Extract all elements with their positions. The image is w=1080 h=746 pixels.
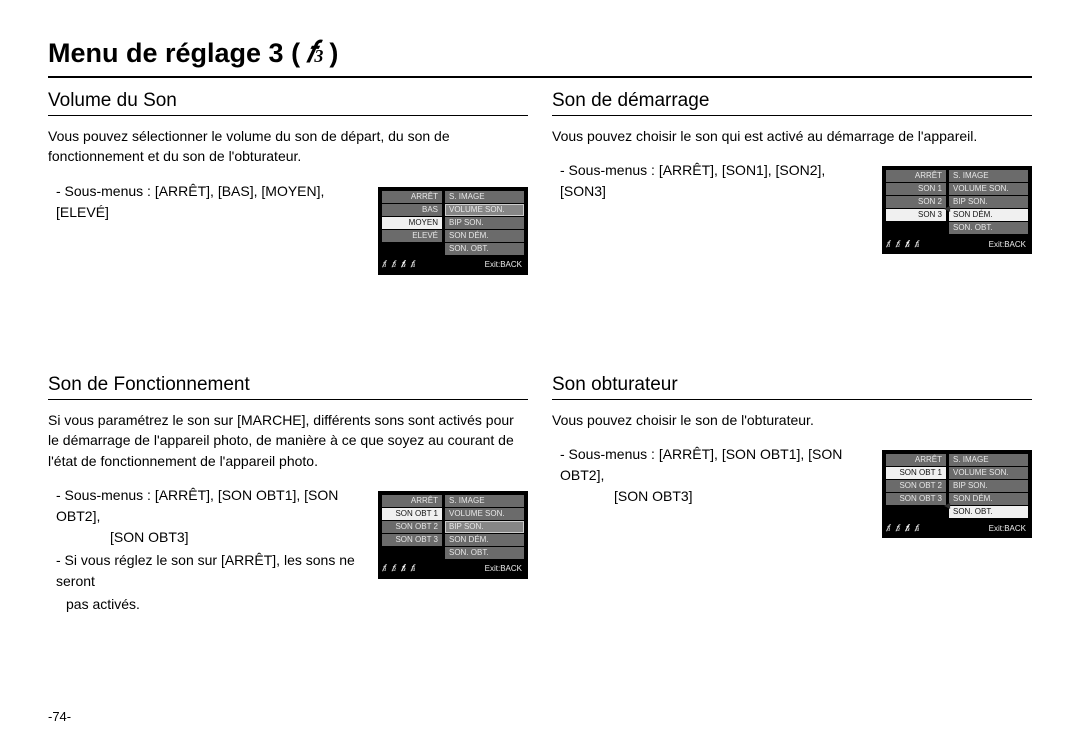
camera-menu-figure: ARRÊTBASMOYENELEVÉ S. IMAGEVOLUME SON.BIP… [378, 187, 528, 275]
menu-right-item: SON DÉM. [949, 493, 1028, 505]
exit-label: Exit:BACK [989, 240, 1028, 249]
page-title-suffix: ) [329, 38, 338, 69]
section-title-shutter: Son obturateur [552, 374, 1032, 400]
section-lead-startup: Vous pouvez choisir le son qui est activ… [552, 126, 1032, 146]
section-title-startup: Son de démarrage [552, 90, 1032, 116]
submenus-operation: - Sous-menus : [ARRÊT], [SON OBT1], [SON… [48, 485, 362, 527]
camera-menu-figure: ARRÊTSON OBT 1SON OBT 2SON OBT 3 S. IMAGE… [378, 491, 528, 579]
exit-label: Exit:BACK [989, 524, 1028, 533]
menu-left-item: BAS [382, 204, 442, 216]
menu-left-item: MOYEN [382, 217, 442, 229]
menu-right-item: S. IMAGE [949, 454, 1028, 466]
menu-left-item: ARRÊT [382, 495, 442, 507]
submenus-shutter-2: [SON OBT3] [552, 486, 866, 507]
submenus-shutter: - Sous-menus : [ARRÊT], [SON OBT1], [SON… [552, 444, 866, 486]
section-title-operation: Son de Fonctionnement [48, 374, 528, 400]
menu-right-item: S. IMAGE [445, 191, 524, 203]
menu-left-item: SON OBT 3 [886, 493, 946, 505]
section-lead-operation: Si vous paramétrez le son sur [MARCHE], … [48, 410, 528, 471]
menu-left-item [382, 243, 442, 255]
menu-right-item: SON DÉM. [949, 209, 1028, 221]
section-shutter: Son obturateur Vous pouvez choisir le so… [552, 374, 1032, 615]
menu-left-item: SON OBT 2 [382, 521, 442, 533]
tab-wrench-4: 𝑓4 [915, 239, 920, 250]
submenus-operation-2: [SON OBT3] [48, 527, 362, 548]
menu-left-item: SON 2 [886, 196, 946, 208]
menu-left-item: SON 1 [886, 183, 946, 195]
exit-label: Exit:BACK [485, 564, 524, 573]
menu-right-item: SON DÉM. [445, 534, 524, 546]
menu-left-item: ELEVÉ [382, 230, 442, 242]
tab-wrench-4: 𝑓4 [411, 563, 416, 574]
menu-right-item: BIP SON. [949, 480, 1028, 492]
menu-left-item [886, 222, 946, 234]
figure-startup: ◀ ARRÊTSON 1SON 2SON 3 S. IMAGEVOLUME SON.… [882, 160, 1032, 254]
menu-right-item: BIP SON. [949, 196, 1028, 208]
tab-wrench-2: 𝑓2 [392, 259, 397, 270]
menu-right-item: VOLUME SON. [445, 508, 524, 520]
menu-right-item: SON. OBT. [445, 547, 524, 559]
menu-right-item: S. IMAGE [445, 495, 524, 507]
tab-wrench-3: 𝑓3 [905, 239, 910, 250]
menu-right-item: SON DÉM. [445, 230, 524, 242]
menu-right-item: SON. OBT. [949, 222, 1028, 234]
submenus-startup: - Sous-menus : [ARRÊT], [SON1], [SON2], … [552, 160, 866, 202]
menu-left-item: SON OBT 3 [382, 534, 442, 546]
menu-right-item: VOLUME SON. [949, 183, 1028, 195]
menu-left-item: ARRÊT [886, 170, 946, 182]
figure-operation: ARRÊTSON OBT 1SON OBT 2SON OBT 3 S. IMAGE… [378, 485, 528, 579]
tab-wrench-2: 𝑓2 [896, 239, 901, 250]
section-title-volume: Volume du Son [48, 90, 528, 116]
tab-wrench-4: 𝑓4 [915, 523, 920, 534]
page-title-prefix: Menu de réglage 3 ( [48, 38, 300, 69]
tab-wrench-2: 𝑓2 [392, 563, 397, 574]
menu-right-item: VOLUME SON. [949, 467, 1028, 479]
tab-wrench-3: 𝑓3 [401, 259, 406, 270]
menu-left-item: ARRÊT [382, 191, 442, 203]
section-startup: Son de démarrage Vous pouvez choisir le … [552, 90, 1032, 350]
submenus-volume: - Sous-menus : [ARRÊT], [BAS], [MOYEN], … [48, 181, 362, 223]
tab-wrench-3: 𝑓3 [401, 563, 406, 574]
tab-wrench-3: 𝑓3 [905, 523, 910, 534]
wrench-icon: 𝑓3 [306, 36, 323, 70]
menu-left-item: SON 3 [886, 209, 946, 221]
tab-wrench-1: 𝑓1 [886, 239, 891, 250]
content-grid: Volume du Son Vous pouvez sélectionner l… [48, 90, 1032, 639]
menu-right-item: S. IMAGE [949, 170, 1028, 182]
figure-volume: ARRÊTBASMOYENELEVÉ S. IMAGEVOLUME SON.BIP… [378, 181, 528, 275]
arrow-left-icon: ◀ [944, 205, 950, 213]
tab-wrench-1: 𝑓1 [382, 563, 387, 574]
menu-left-item: ARRÊT [886, 454, 946, 466]
menu-left-item: SON OBT 2 [886, 480, 946, 492]
section-volume: Volume du Son Vous pouvez sélectionner l… [48, 90, 528, 350]
section-lead-shutter: Vous pouvez choisir le son de l'obturate… [552, 410, 1032, 430]
menu-right-item: BIP SON. [445, 521, 524, 533]
tab-wrench-2: 𝑓2 [896, 523, 901, 534]
camera-menu-figure: ARRÊTSON OBT 1SON OBT 2SON OBT 3 S. IMAGE… [882, 450, 1032, 538]
arrow-left-icon: ◀ [944, 502, 950, 510]
page-title: Menu de réglage 3 ( 𝑓3 ) [48, 36, 1032, 78]
section-operation: Son de Fonctionnement Si vous paramétrez… [48, 374, 528, 615]
exit-label: Exit:BACK [485, 260, 524, 269]
figure-shutter: ◀ ARRÊTSON OBT 1SON OBT 2SON OBT 3 S. IMAG… [882, 444, 1032, 538]
tab-wrench-1: 𝑓1 [382, 259, 387, 270]
page-number: -74- [48, 709, 71, 724]
menu-left-item [886, 506, 946, 518]
note-operation-1b: pas activés. [48, 594, 362, 615]
tab-wrench-1: 𝑓1 [886, 523, 891, 534]
section-lead-volume: Vous pouvez sélectionner le volume du so… [48, 126, 528, 167]
menu-right-item: VOLUME SON. [445, 204, 524, 216]
menu-left-item [382, 547, 442, 559]
note-operation-1: - Si vous réglez le son sur [ARRÊT], les… [48, 550, 362, 592]
menu-left-item: SON OBT 1 [886, 467, 946, 479]
menu-left-item: SON OBT 1 [382, 508, 442, 520]
menu-right-item: SON. OBT. [949, 506, 1028, 518]
camera-menu-figure: ARRÊTSON 1SON 2SON 3 S. IMAGEVOLUME SON.B… [882, 166, 1032, 254]
menu-right-item: SON. OBT. [445, 243, 524, 255]
menu-right-item: BIP SON. [445, 217, 524, 229]
tab-wrench-4: 𝑓4 [411, 259, 416, 270]
